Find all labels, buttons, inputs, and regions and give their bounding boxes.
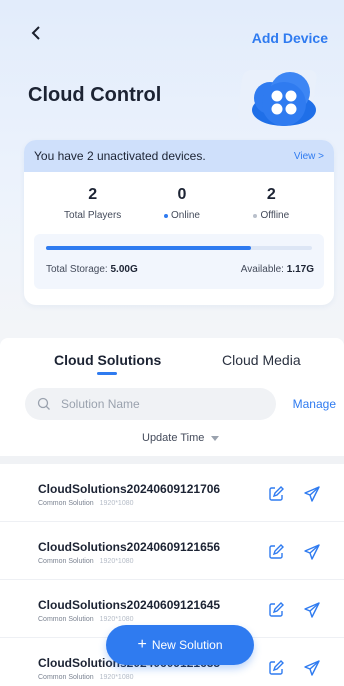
edit-icon[interactable] xyxy=(268,602,284,618)
device-stats: 2 Total Players 0 Online 2 Offline xyxy=(24,172,334,221)
solution-name: CloudSolutions20240609121645 xyxy=(38,598,221,612)
manage-button[interactable]: Manage xyxy=(293,397,336,411)
cloud-logo-icon xyxy=(237,70,317,126)
send-icon[interactable] xyxy=(304,660,320,676)
storage-progress-bar xyxy=(46,246,312,250)
solution-meta: Common Solution 1920*1080 xyxy=(38,616,134,623)
sort-dropdown[interactable]: Update Time xyxy=(142,432,220,444)
storage-box: Total Storage: 5.00G Available: 1.17G xyxy=(34,234,324,289)
banner-text: You have 2 unactivated devices. xyxy=(34,149,206,163)
app-header: Add Device xyxy=(0,0,344,60)
active-tab-indicator xyxy=(97,372,117,375)
caret-down-icon xyxy=(211,435,220,441)
stat-offline[interactable]: 2 Offline xyxy=(227,186,316,221)
offline-dot-icon xyxy=(253,213,258,218)
search-input[interactable] xyxy=(61,397,251,411)
search-icon xyxy=(37,397,50,410)
section-divider xyxy=(0,456,344,464)
stat-value: 0 xyxy=(177,186,187,203)
available-storage: Available: 1.17G xyxy=(240,264,314,275)
stat-online[interactable]: 0 Online xyxy=(137,186,226,221)
edit-icon[interactable] xyxy=(268,660,284,676)
stat-value: 2 xyxy=(88,186,98,203)
sort-label: Update Time xyxy=(142,432,205,444)
solution-meta: Common Solution 1920*1080 xyxy=(38,558,134,565)
stat-label: Offline xyxy=(260,210,290,221)
tab-cloud-media[interactable]: Cloud Media xyxy=(222,352,301,368)
new-solution-label: New Solution xyxy=(151,638,223,652)
list-item[interactable]: CloudSolutions20240609121706 Common Solu… xyxy=(0,464,344,522)
total-storage: Total Storage: 5.00G xyxy=(46,264,138,275)
device-summary-card: You have 2 unactivated devices. View > 2… xyxy=(24,140,334,305)
edit-icon[interactable] xyxy=(268,544,284,560)
tab-bar: Cloud Solutions Cloud Media xyxy=(0,350,344,380)
stat-total-players[interactable]: 2 Total Players xyxy=(48,186,137,221)
new-solution-button[interactable]: + New Solution xyxy=(106,625,254,665)
online-dot-icon xyxy=(164,213,169,218)
chevron-left-icon xyxy=(31,26,40,40)
stat-value: 2 xyxy=(266,186,276,203)
stat-label: Online xyxy=(171,210,200,221)
back-button[interactable] xyxy=(30,24,42,44)
send-icon[interactable] xyxy=(304,544,320,560)
list-item[interactable]: CloudSolutions20240609121656 Common Solu… xyxy=(0,522,344,580)
send-icon[interactable] xyxy=(304,486,320,502)
plus-icon: + xyxy=(137,636,147,653)
solution-meta: Common Solution 1920*1080 xyxy=(38,674,134,681)
unactivated-banner: You have 2 unactivated devices. View > xyxy=(24,140,334,172)
add-device-button[interactable]: Add Device xyxy=(252,30,328,46)
solution-name: CloudSolutions20240609121656 xyxy=(38,540,221,554)
solution-name: CloudSolutions20240609121706 xyxy=(38,482,221,496)
total-storage-value: 5.00G xyxy=(110,264,138,275)
storage-progress-fill xyxy=(46,246,251,250)
tab-cloud-solutions[interactable]: Cloud Solutions xyxy=(54,352,161,368)
available-storage-value: 1.17G xyxy=(286,264,314,275)
search-bar[interactable] xyxy=(25,388,276,420)
edit-icon[interactable] xyxy=(268,486,284,502)
stat-label: Total Players xyxy=(64,210,122,221)
page-title: Cloud Control xyxy=(28,84,162,106)
solution-meta: Common Solution 1920*1080 xyxy=(38,500,134,507)
view-link[interactable]: View > xyxy=(294,151,324,162)
send-icon[interactable] xyxy=(304,602,320,618)
